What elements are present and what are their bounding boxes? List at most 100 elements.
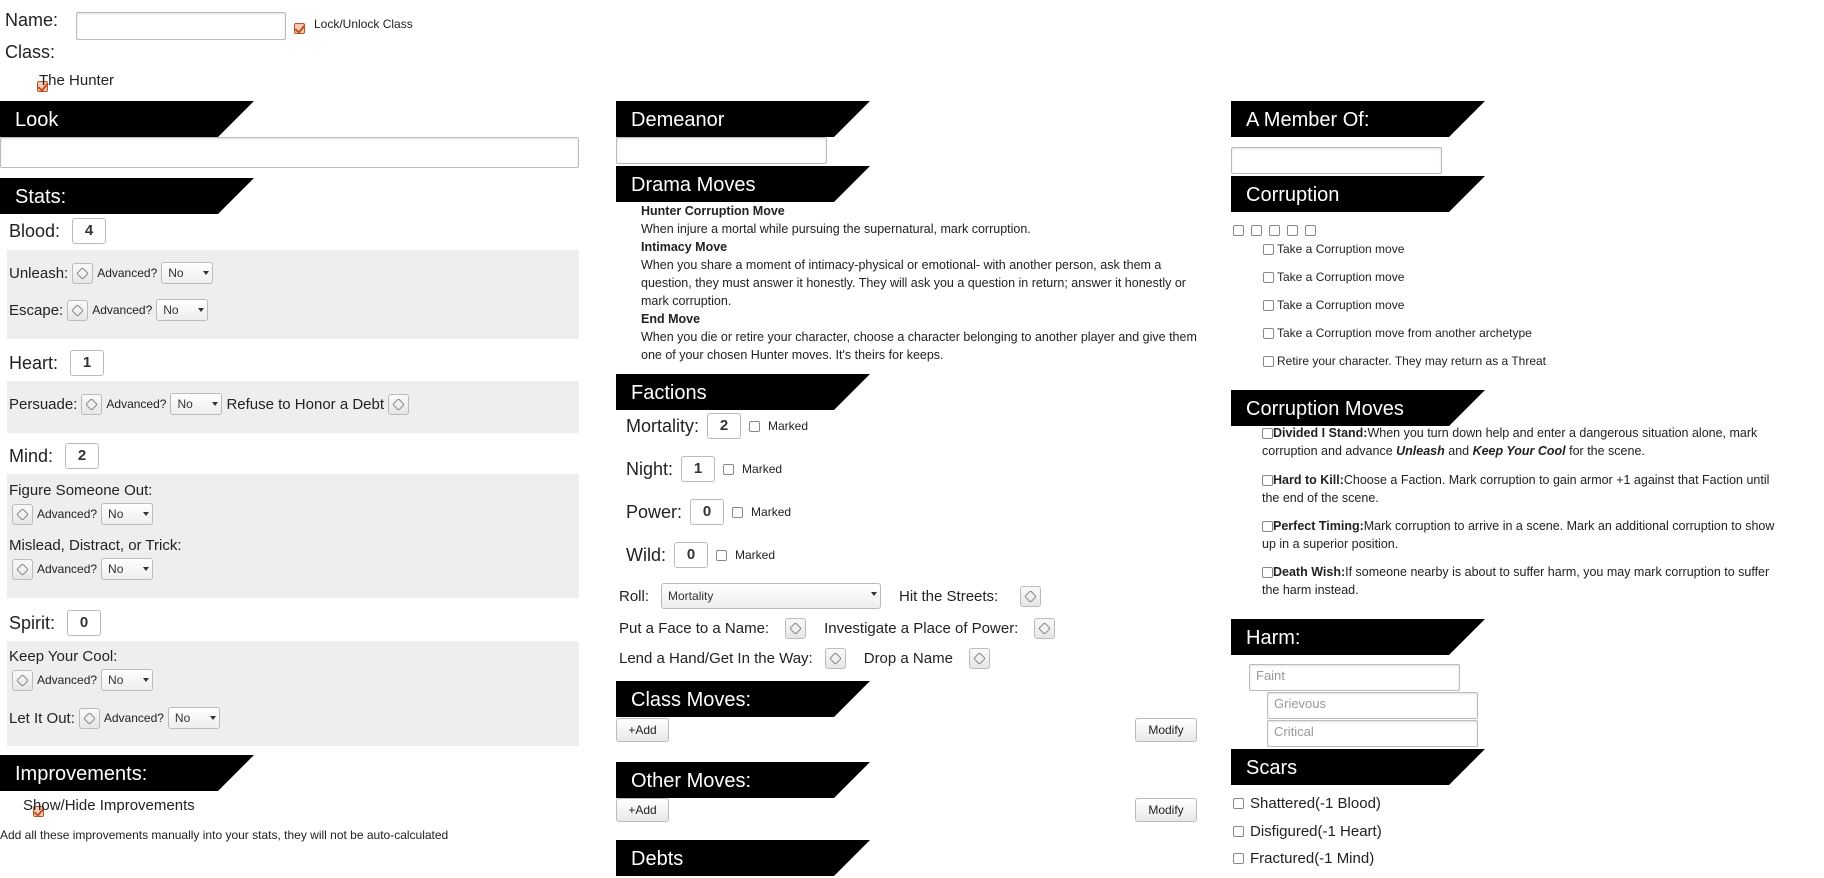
corruption-move-text: Choose a Faction. Mark corruption to gai… bbox=[1343, 473, 1770, 487]
harm-grievous-input[interactable]: Grievous bbox=[1267, 692, 1478, 719]
faction-night-label: Night: bbox=[626, 458, 674, 479]
corruption-moves-header: Corruption Moves bbox=[1231, 390, 1485, 426]
escape-advanced-select[interactable]: No bbox=[156, 299, 209, 321]
drama-move-text: When you share a moment of intimacy-phys… bbox=[641, 258, 1186, 308]
corruption-advance-checkbox[interactable] bbox=[1263, 327, 1274, 339]
mislead-roll-icon[interactable] bbox=[12, 558, 33, 580]
corruption-box-5[interactable] bbox=[1305, 225, 1316, 236]
figure-out-label: Figure Someone Out: bbox=[9, 482, 153, 499]
class-moves-modify-button[interactable]: Modify bbox=[1135, 718, 1197, 742]
faction-mortality-label: Mortality: bbox=[626, 415, 700, 436]
let-out-roll-icon[interactable] bbox=[78, 707, 100, 729]
harm-critical-input[interactable]: Critical bbox=[1267, 720, 1478, 747]
drama-moves-header: Drama Moves bbox=[616, 166, 870, 202]
spirit-value[interactable]: 0 bbox=[67, 610, 102, 636]
class-moves-add-button[interactable]: +Add bbox=[616, 718, 669, 742]
drama-move-text: When injure a mortal while pursuing the … bbox=[641, 222, 1031, 236]
keep-cool-roll-icon[interactable] bbox=[12, 669, 33, 691]
keep-cool-advanced-select[interactable]: No bbox=[101, 669, 154, 691]
corruption-move-text: the end of the scene. bbox=[1262, 491, 1379, 505]
let-out-label: Let It Out: bbox=[9, 709, 75, 727]
corruption-move-checkbox[interactable] bbox=[1262, 428, 1273, 440]
faction-mortality-value[interactable]: 2 bbox=[707, 413, 742, 439]
scars-header: Scars bbox=[1231, 749, 1485, 785]
drop-name-label: Drop a Name bbox=[863, 650, 953, 667]
scar-checkbox[interactable] bbox=[1233, 826, 1244, 837]
scar-checkbox[interactable] bbox=[1233, 798, 1244, 809]
corruption-box-1[interactable] bbox=[1233, 225, 1244, 236]
faction-mortality-checkbox[interactable] bbox=[749, 420, 761, 432]
unleash-advanced-label: Advanced? bbox=[97, 266, 158, 280]
corruption-advance-label: Take a Corruption move bbox=[1277, 298, 1405, 312]
persuade-label: Persuade: bbox=[9, 395, 78, 413]
demeanor-input[interactable] bbox=[616, 137, 827, 164]
name-input[interactable] bbox=[76, 12, 286, 40]
blood-value[interactable]: 4 bbox=[72, 218, 107, 244]
drop-name-roll-icon[interactable] bbox=[968, 648, 990, 669]
corruption-move-text: Mark corruption to arrive in a scene. Ma… bbox=[1363, 519, 1775, 533]
stat-unleash-ref: Unleash bbox=[1396, 444, 1445, 458]
faction-wild-label: Wild: bbox=[626, 544, 666, 565]
roll-label: Roll: bbox=[619, 587, 650, 605]
corruption-box-2[interactable] bbox=[1251, 225, 1262, 236]
mislead-advanced-select[interactable]: No bbox=[101, 558, 154, 580]
corruption-advance-checkbox[interactable] bbox=[1263, 271, 1274, 283]
persuade-advanced-select[interactable]: No bbox=[170, 393, 223, 415]
faction-wild-value[interactable]: 0 bbox=[674, 542, 708, 568]
faction-power-value[interactable]: 0 bbox=[690, 499, 725, 525]
figure-out-advanced-label: Advanced? bbox=[37, 507, 98, 521]
corruption-move-text: If someone nearby is about to suffer har… bbox=[1345, 565, 1770, 579]
other-moves-add-button[interactable]: +Add bbox=[616, 798, 669, 822]
faction-wild-checkbox[interactable] bbox=[716, 549, 727, 561]
corruption-box-3[interactable] bbox=[1269, 225, 1280, 236]
refuse-debt-label: Refuse to Honor a Debt bbox=[226, 395, 385, 413]
escape-advanced-label: Advanced? bbox=[92, 303, 153, 317]
scar-label: Disfigured(-1 Heart) bbox=[1250, 823, 1382, 840]
drama-move-name: Intimacy Move bbox=[641, 240, 728, 254]
harm-header: Harm: bbox=[1231, 619, 1485, 655]
escape-roll-icon[interactable] bbox=[67, 299, 89, 321]
look-textarea[interactable] bbox=[0, 137, 579, 168]
corruption-advance-label: Take a Corruption move bbox=[1277, 270, 1405, 284]
escape-label: Escape: bbox=[9, 301, 64, 319]
corruption-move-checkbox[interactable] bbox=[1262, 567, 1273, 579]
lock-class-checkbox[interactable] bbox=[294, 23, 305, 35]
corruption-advance-label: Retire your character. They may return a… bbox=[1277, 354, 1547, 368]
other-moves-header: Other Moves: bbox=[616, 762, 870, 798]
faction-marked-label: Marked bbox=[768, 419, 809, 433]
investigate-roll-icon[interactable] bbox=[1034, 618, 1056, 639]
corruption-move-checkbox[interactable] bbox=[1262, 475, 1273, 487]
lock-class-label: Lock/Unlock Class bbox=[314, 17, 413, 31]
mislead-advanced-label: Advanced? bbox=[37, 562, 98, 576]
corruption-move-name: Perfect Timing: bbox=[1273, 519, 1364, 533]
mind-value[interactable]: 2 bbox=[65, 443, 100, 469]
corruption-move-name: Hard to Kill: bbox=[1273, 473, 1344, 487]
heart-value[interactable]: 1 bbox=[70, 350, 105, 376]
figure-out-advanced-select[interactable]: No bbox=[101, 503, 154, 525]
faction-night-checkbox[interactable] bbox=[723, 463, 735, 475]
roll-faction-select[interactable]: Mortality bbox=[661, 583, 882, 609]
improvements-header: Improvements: bbox=[0, 755, 254, 791]
unleash-advanced-select[interactable]: No bbox=[161, 262, 214, 284]
corruption-move-item: Death Wish:If someone nearby is about to… bbox=[1262, 563, 1812, 599]
hit-streets-roll-icon[interactable] bbox=[1020, 585, 1042, 607]
persuade-roll-icon[interactable] bbox=[81, 393, 103, 415]
blood-label: Blood: bbox=[9, 220, 61, 241]
corruption-advance-checkbox[interactable] bbox=[1263, 355, 1274, 367]
faction-power-checkbox[interactable] bbox=[732, 506, 744, 518]
harm-faint-input[interactable]: Faint bbox=[1249, 664, 1460, 691]
unleash-roll-icon[interactable] bbox=[72, 262, 94, 284]
corruption-advance-checkbox[interactable] bbox=[1263, 299, 1274, 311]
corruption-advance-checkbox[interactable] bbox=[1263, 243, 1274, 255]
face-name-roll-icon[interactable] bbox=[785, 618, 807, 639]
figure-out-roll-icon[interactable] bbox=[12, 503, 33, 525]
let-out-advanced-select[interactable]: No bbox=[167, 707, 220, 729]
corruption-box-4[interactable] bbox=[1287, 225, 1298, 236]
corruption-move-checkbox[interactable] bbox=[1262, 521, 1273, 533]
faction-night-value[interactable]: 1 bbox=[681, 456, 716, 482]
refuse-debt-roll-icon[interactable] bbox=[388, 393, 410, 415]
other-moves-modify-button[interactable]: Modify bbox=[1135, 798, 1197, 822]
scar-checkbox[interactable] bbox=[1233, 853, 1244, 864]
member-of-input[interactable] bbox=[1231, 147, 1442, 174]
lend-hand-roll-icon[interactable] bbox=[824, 648, 846, 669]
